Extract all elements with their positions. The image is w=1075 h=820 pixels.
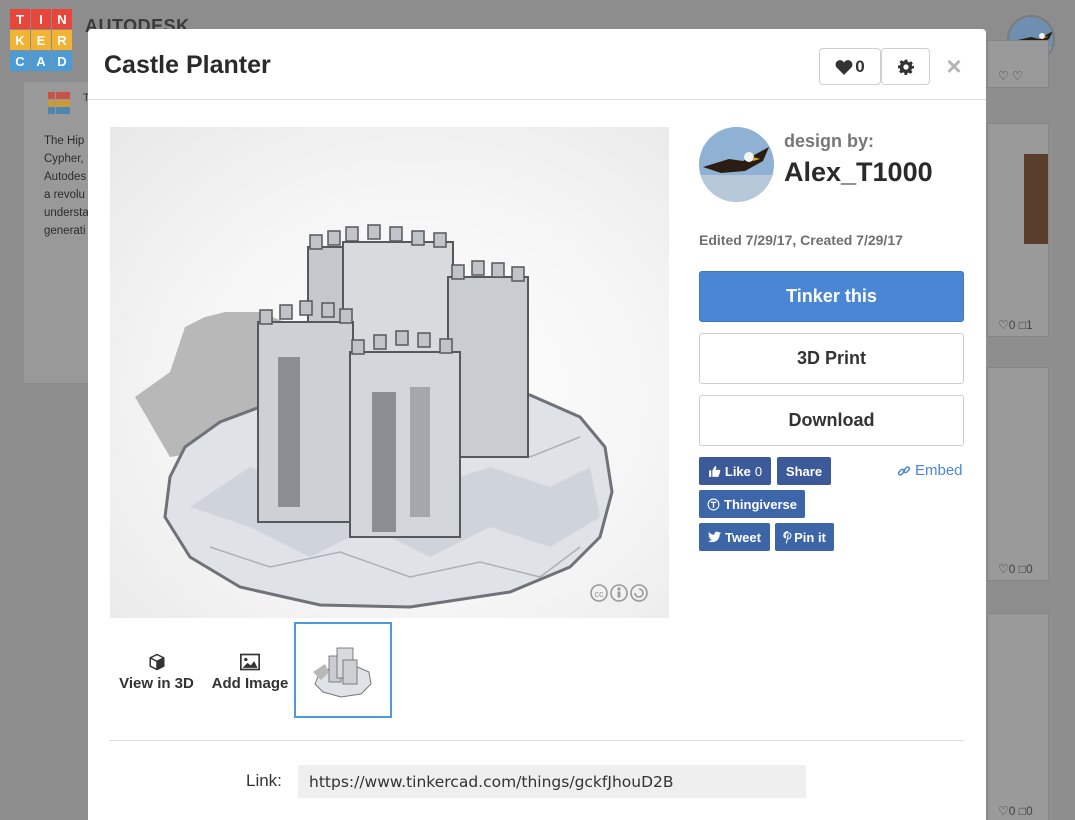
logo-letter: T [10,9,30,29]
card-meta: ♡0 □0 [998,804,1033,818]
thingiverse-icon [707,498,720,510]
pin-it-label: Pin it [794,529,826,545]
like-button[interactable]: 0 [819,48,881,85]
mini-tinkercad-logo [48,92,70,114]
castle-model-render [135,224,614,609]
thumbs-up-icon [708,465,721,477]
background-design-card[interactable]: ♡ ♡ [987,40,1049,88]
pinterest-icon [783,530,792,544]
creative-commons-icon: cc [590,584,648,602]
close-button[interactable]: × [943,51,965,81]
logo-letter: A [31,51,51,71]
designer-avatar[interactable] [699,127,774,202]
design-detail-modal: Castle Planter 0 × cc View in 3D Add Ima… [88,29,986,820]
tweet-label: Tweet [725,529,761,545]
download-button[interactable]: Download [699,395,964,446]
logo-letter: N [52,9,72,29]
logo-letter: E [31,30,51,50]
pinterest-button[interactable]: Pin it [775,523,834,551]
background-design-card[interactable]: ♡0 □0 [987,613,1049,820]
3d-print-button[interactable]: 3D Print [699,333,964,384]
tinker-this-label: Tinker this [786,286,877,306]
designer-name-link[interactable]: Alex_T1000 [784,157,933,188]
card-meta: ♡0 □1 [998,318,1033,332]
design-by-label: design by: [784,131,875,151]
tweet-button[interactable]: Tweet [699,523,770,551]
header-divider [88,99,986,100]
design-preview[interactable]: cc [110,127,669,618]
logo-letter: K [10,30,30,50]
facebook-like-label: Like [724,463,751,479]
add-image-button[interactable]: Add Image [210,653,290,692]
background-article-card: T The Hip Cypher, Autodes a revolu under… [24,82,90,384]
view-in-3d-label: View in 3D [119,675,194,692]
share-label: Share [785,463,823,479]
svg-text:cc: cc [595,589,605,599]
logo-letter: D [52,51,72,71]
embed-link[interactable]: Embed [897,462,963,479]
eagle-avatar-icon [699,127,774,202]
image-icon [240,653,260,671]
share-link-field[interactable] [298,765,806,798]
card-thumbnail [1024,154,1048,244]
heart-icon [835,59,853,75]
tinker-this-button[interactable]: Tinker this [699,271,964,322]
edit-dates: Edited 7/29/17, Created 7/29/17 [699,232,903,248]
facebook-share-button[interactable]: Share [777,457,831,485]
settings-button[interactable] [881,48,930,85]
link-label: Link: [246,771,282,790]
card-meta: ♡0 □0 [998,562,1033,576]
footer-divider [110,740,964,741]
article-excerpt: The Hip Cypher, Autodes a revolu underst… [44,135,89,237]
background-design-card[interactable]: ♡0 □1 [987,123,1049,337]
background-design-card[interactable]: ♡0 □0 [987,367,1049,581]
twitter-bird-icon [708,531,722,543]
facebook-like-count: 0 [754,463,763,479]
thingiverse-label: Thingiverse [724,496,797,512]
like-count: 0 [855,56,865,76]
design-thumbnail[interactable] [294,622,392,718]
view-in-3d-button[interactable]: View in 3D [118,653,195,692]
castle-thumbnail-image [313,647,372,698]
logo-letter: C [10,51,30,71]
link-icon [897,465,911,476]
gear-icon [897,59,914,75]
embed-label: Embed [915,462,963,479]
card-meta: ♡ ♡ [998,69,1023,83]
download-label: Download [788,410,875,430]
thingiverse-button[interactable]: Thingiverse [699,490,805,518]
tinkercad-logo[interactable]: T I N K E R C A D [10,9,72,71]
facebook-like-button[interactable]: Like 0 [699,457,771,485]
cube-icon [149,653,164,671]
3d-print-label: 3D Print [796,348,866,368]
add-image-label: Add Image [211,675,289,692]
logo-letter: R [52,30,72,50]
close-icon: × [946,50,962,81]
license-icons[interactable]: cc [589,583,649,603]
logo-letter: I [31,9,51,29]
modal-title: Castle Planter [104,51,271,79]
